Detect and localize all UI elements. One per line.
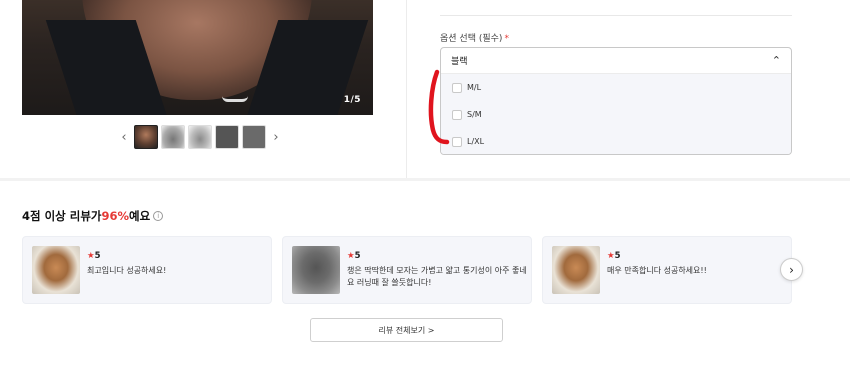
chevron-right-icon[interactable]: › xyxy=(780,258,803,281)
rating-value: 5 xyxy=(94,251,101,261)
star-icon: ★ xyxy=(87,251,95,261)
required-mark: * xyxy=(504,34,509,44)
review-photo xyxy=(552,246,600,294)
option-item-label: S/M xyxy=(467,110,482,119)
thumbnail-2[interactable] xyxy=(161,125,185,149)
review-text: 최고입니다 성공하세요! xyxy=(87,266,167,275)
review-text: 챙은 딱딱한데 모자는 가볍고 얇고 통기성이 아주 좋네요 러닝때 잘 쓸듯합… xyxy=(347,266,527,287)
image-counter: 1/5 xyxy=(343,95,361,105)
view-all-reviews-button[interactable]: 리뷰 전체보기 > xyxy=(310,318,503,342)
option-label-text: 옵션 선택 (필수) xyxy=(440,34,503,44)
chevron-up-icon[interactable]: ⌃ xyxy=(772,54,781,67)
option-item-lxl[interactable]: L/XL xyxy=(441,128,791,154)
star-icon: ★ xyxy=(607,251,615,261)
review-rating: ★5 xyxy=(87,251,101,261)
heading-percent: 96% xyxy=(101,209,130,223)
thumbnail-3[interactable] xyxy=(188,125,212,149)
thumbnail-4[interactable] xyxy=(215,125,239,149)
swoosh-logo xyxy=(222,96,248,102)
chevron-right-icon[interactable]: › xyxy=(269,125,283,149)
review-rating: ★5 xyxy=(607,251,621,261)
chevron-left-icon[interactable]: ‹ xyxy=(117,125,131,149)
column-divider xyxy=(406,0,407,178)
section-divider xyxy=(0,178,850,181)
review-photo xyxy=(32,246,80,294)
option-item-label: M/L xyxy=(467,83,482,92)
review-card[interactable]: ★5 매우 만족합니다 성공하세요!! xyxy=(542,236,792,304)
option-select-header[interactable]: 블랙 ⌃ xyxy=(441,48,791,74)
option-item-ml[interactable]: M/L xyxy=(441,74,791,101)
info-icon[interactable]: i xyxy=(153,211,164,221)
option-item-sm[interactable]: S/M xyxy=(441,101,791,128)
thumbnail-strip: ‹ › xyxy=(117,125,283,149)
review-summary-heading: 4점 이상 리뷰가 96% 예요 i xyxy=(22,208,164,224)
review-card[interactable]: ★5 최고입니다 성공하세요! xyxy=(22,236,272,304)
review-card[interactable]: ★5 챙은 딱딱한데 모자는 가볍고 얇고 통기성이 아주 좋네요 러닝때 잘 … xyxy=(282,236,532,304)
rating-value: 5 xyxy=(614,251,621,261)
rating-value: 5 xyxy=(354,251,361,261)
review-rating: ★5 xyxy=(347,251,361,261)
option-dropdown-list: M/L S/M L/XL xyxy=(441,74,791,154)
option-item-label: L/XL xyxy=(467,137,485,146)
review-text: 매우 만족합니다 성공하세요!! xyxy=(607,266,707,275)
option-selected-value: 블랙 xyxy=(451,57,468,67)
thumbnail-5[interactable] xyxy=(242,125,266,149)
red-annotation-mark xyxy=(428,69,450,145)
option-label: 옵션 선택 (필수) * xyxy=(440,31,509,44)
heading-prefix: 4점 이상 리뷰가 xyxy=(22,209,102,223)
review-photo xyxy=(292,246,340,294)
option-select[interactable]: 블랙 ⌃ M/L S/M L/XL xyxy=(440,47,792,155)
thumbnail-1[interactable] xyxy=(134,125,158,149)
star-icon: ★ xyxy=(347,251,355,261)
product-main-image[interactable]: 1/5 xyxy=(22,0,373,115)
heading-suffix: 예요 xyxy=(129,209,151,223)
option-top-divider xyxy=(440,15,792,16)
